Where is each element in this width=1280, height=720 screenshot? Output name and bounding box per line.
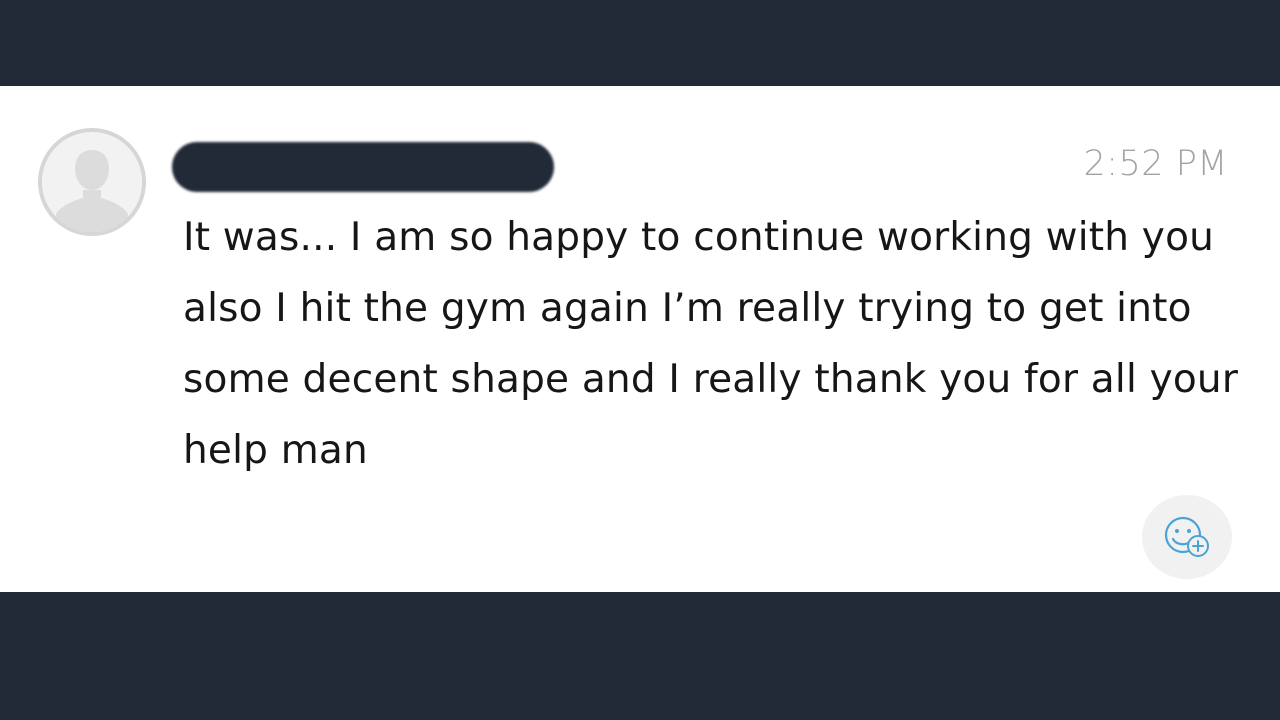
avatar[interactable] (38, 128, 146, 236)
message-timestamp: 2:52 PM (1083, 144, 1228, 184)
message-text: It was... I am so happy to continue work… (183, 215, 1239, 473)
bottom-bar (0, 592, 1280, 720)
add-reaction-icon (1164, 516, 1209, 557)
person-silhouette-icon (42, 132, 142, 232)
add-reaction-button[interactable] (1142, 495, 1232, 579)
sender-name-redacted (172, 142, 554, 192)
message-card: 2:52 PM It was... I am so happy to conti… (0, 86, 1280, 592)
top-bar (0, 0, 1280, 86)
